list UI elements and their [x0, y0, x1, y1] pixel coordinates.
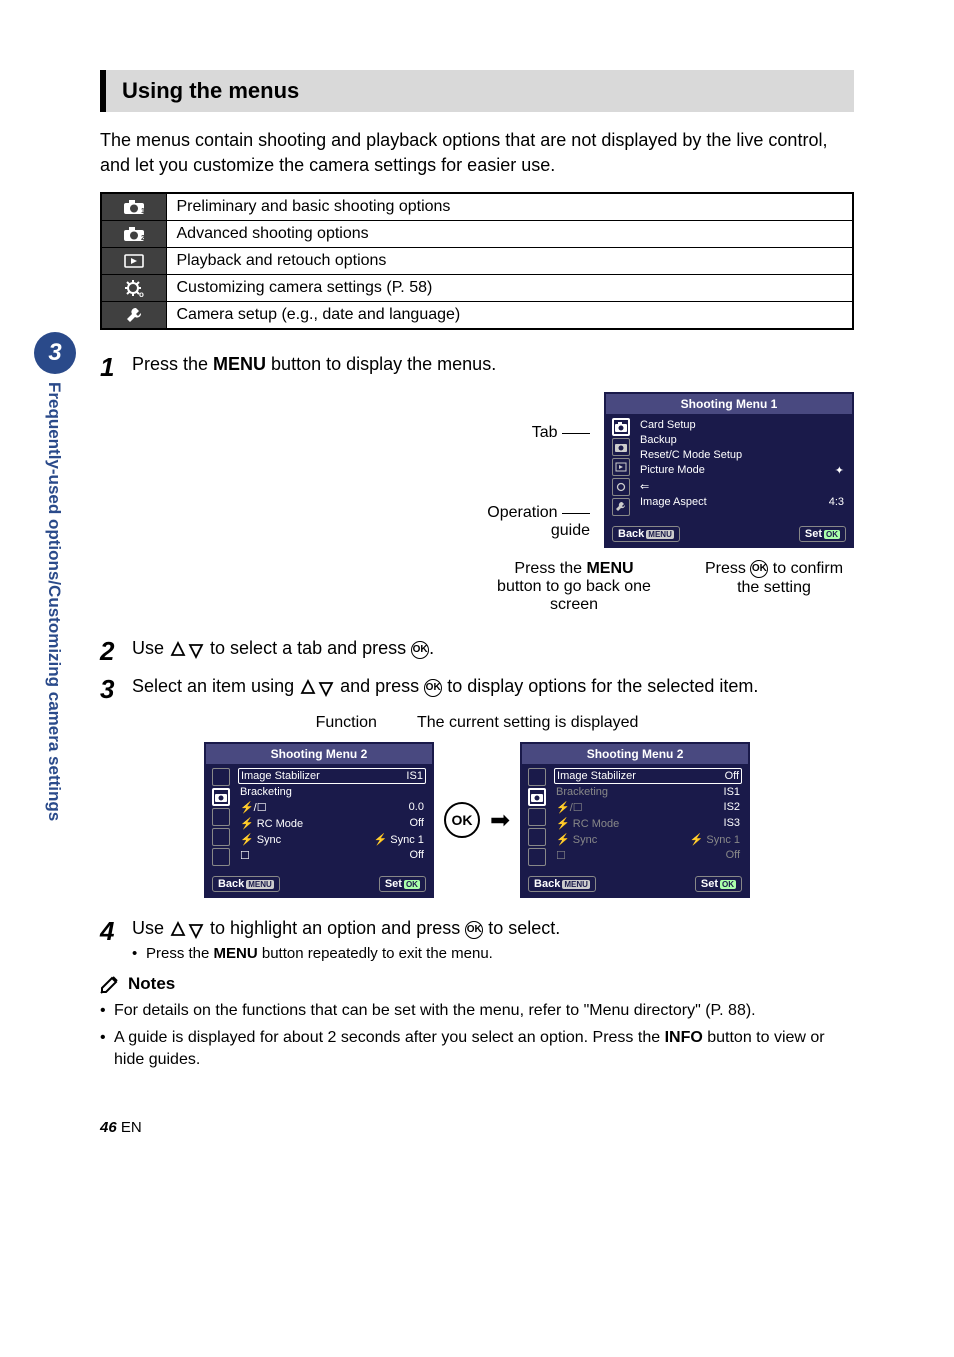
svg-text:2: 2	[141, 235, 145, 242]
panel-tab-icon	[212, 788, 230, 806]
step-number: 1	[100, 354, 132, 380]
step-number: 2	[100, 638, 132, 664]
panel-tab-icon	[212, 768, 230, 786]
panel2-labels: Function The current setting is displaye…	[100, 714, 854, 732]
panel-tab-icon	[528, 768, 546, 786]
panel-tab-column	[212, 768, 232, 870]
ok-icon: OK	[411, 641, 429, 659]
note-item: For details on the functions that can be…	[100, 1000, 854, 1022]
note-item: A guide is displayed for about 2 seconds…	[100, 1027, 854, 1072]
panel-item-list: Card Setup Backup Reset/C Mode Setup Pic…	[638, 418, 846, 520]
step-text: Select an item using and press OK to dis…	[132, 676, 854, 702]
panel-title: Shooting Menu 2	[522, 744, 748, 764]
page-footer: 46 EN	[100, 1119, 142, 1136]
ok-button-icon: OK	[444, 802, 480, 838]
intro-paragraph: The menus contain shooting and playback …	[100, 128, 854, 178]
page-number: 46	[100, 1119, 117, 1136]
panel1-captions: Press the MENU button to go back one scr…	[100, 560, 854, 614]
table-row: Customizing camera settings (P. 58)	[166, 275, 853, 302]
panel-footer: BackMENU SetOK	[206, 874, 432, 896]
panel-tab-icon	[528, 808, 546, 826]
page-lang: EN	[121, 1119, 142, 1136]
function-label: Function	[316, 714, 377, 732]
panel-tab-column	[612, 418, 632, 520]
notes-list: For details on the functions that can be…	[100, 1000, 854, 1071]
panel-tab-icon	[612, 438, 630, 456]
table-row: Camera setup (e.g., date and language)	[166, 302, 853, 330]
step-2: 2 Use to select a tab and press OK.	[100, 638, 854, 664]
step-bullet: Press the MENU button repeatedly to exit…	[132, 945, 854, 962]
panel-tab-column	[528, 768, 548, 870]
current-setting-label: The current setting is displayed	[417, 714, 638, 732]
table-row: Preliminary and basic shooting options	[166, 193, 853, 221]
panel-title: Shooting Menu 1	[606, 394, 852, 414]
svg-text:1: 1	[141, 208, 145, 215]
section-heading: Using the menus	[100, 70, 854, 112]
playback-icon	[101, 248, 166, 275]
table-row: Advanced shooting options	[166, 221, 853, 248]
panel-tab-icon	[612, 478, 630, 496]
panel-tab-icon	[528, 848, 546, 866]
table-row: Playback and retouch options	[166, 248, 853, 275]
step-number: 4	[100, 918, 132, 962]
notes-heading: Notes	[100, 974, 854, 994]
step-number: 3	[100, 676, 132, 702]
camera-panel-shooting-menu-2b: Shooting Menu 2 Image StabilizerOff Brac…	[520, 742, 750, 898]
step-1: 1 Press the MENU button to display the m…	[100, 354, 854, 380]
ok-icon: OK	[424, 679, 442, 697]
step-text: Use to highlight an option and press OK …	[132, 918, 854, 962]
gear-icon: o	[101, 275, 166, 302]
step-4: 4 Use to highlight an option and press O…	[100, 918, 854, 962]
panel-tab-icon	[528, 828, 546, 846]
back-button: BackMENU	[612, 526, 680, 542]
panel1-side-labels: Tab Operation guide	[487, 392, 590, 548]
panel-tab-icon	[212, 848, 230, 866]
panel-tab-icon	[612, 418, 630, 436]
chapter-side-tab: 3 Frequently-used options/Customizing ca…	[34, 332, 76, 821]
panel2-figure: Shooting Menu 2 Image StabilizerIS1 Brac…	[100, 742, 854, 898]
panel-item-list: Image StabilizerIS1 Bracketing ⚡/☐0.0 ⚡ …	[238, 768, 426, 870]
wrench-icon	[101, 302, 166, 330]
updown-arrow-icon	[169, 641, 205, 659]
svg-text:o: o	[139, 290, 144, 297]
set-button: SetOK	[799, 526, 846, 542]
camera2-icon: 2	[101, 221, 166, 248]
panel-tab-icon	[528, 788, 546, 806]
panel-tab-icon	[212, 808, 230, 826]
step-text: Press the MENU button to display the men…	[132, 354, 854, 380]
caption-menu-back: Press the MENU button to go back one scr…	[494, 560, 654, 614]
panel-tab-icon	[212, 828, 230, 846]
ok-icon: OK	[465, 921, 483, 939]
camera-panel-shooting-menu-1: Shooting Menu 1 Card Setup Backup Reset/…	[604, 392, 854, 548]
updown-arrow-icon	[169, 921, 205, 939]
step-text: Use to select a tab and press OK.	[132, 638, 854, 664]
menu-options-table: 1 Preliminary and basic shooting options…	[100, 192, 854, 330]
step-3: 3 Select an item using and press OK to d…	[100, 676, 854, 702]
caption-ok-confirm: Press OK to confirm the setting	[694, 560, 854, 614]
panel-title: Shooting Menu 2	[206, 744, 432, 764]
camera-panel-shooting-menu-2a: Shooting Menu 2 Image StabilizerIS1 Brac…	[204, 742, 434, 898]
updown-arrow-icon	[299, 679, 335, 697]
panel-footer: BackMENU SetOK	[522, 874, 748, 896]
panel-tab-icon	[612, 498, 630, 516]
chapter-number-badge: 3	[34, 332, 76, 374]
panel-tab-icon	[612, 458, 630, 476]
chapter-title-vertical: Frequently-used options/Customizing came…	[34, 382, 64, 821]
arrow-right-icon: ➡	[490, 806, 510, 835]
panel-footer: BackMENU SetOK	[606, 524, 852, 546]
panel-item-list: Image StabilizerOff BracketingIS1 ⚡/☐IS2…	[554, 768, 742, 870]
panel1-figure: Tab Operation guide Shooting Menu 1 Card…	[100, 392, 854, 548]
pencil-icon	[100, 974, 122, 994]
camera1-icon: 1	[101, 193, 166, 221]
